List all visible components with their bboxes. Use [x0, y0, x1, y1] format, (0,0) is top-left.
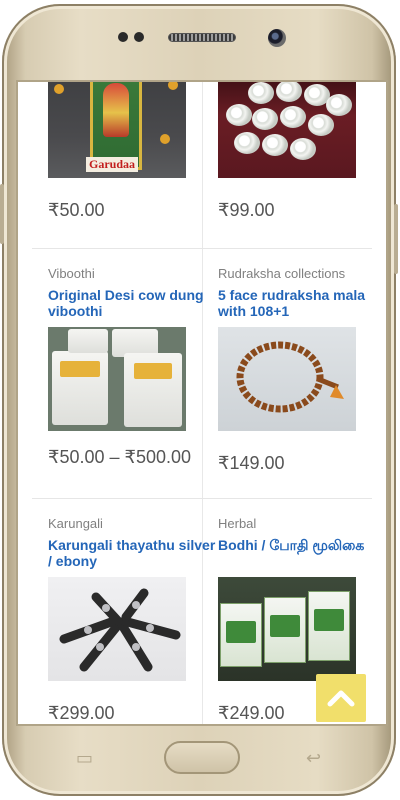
product-card[interactable]: Viboothi Original Desi cow dung viboothi… [48, 266, 218, 468]
rudraksha-mala-graphic [236, 341, 344, 413]
product-image[interactable] [218, 327, 356, 431]
image-label: Garudaa [86, 157, 139, 172]
product-image[interactable]: Garudaa [48, 82, 186, 178]
product-card[interactable]: ₹99.00 [218, 82, 386, 221]
recent-apps-icon[interactable]: ▭ [76, 748, 93, 769]
phone-screen: Garudaa ₹50.00 ₹99.00 Viboothi Original … [18, 82, 386, 724]
product-title[interactable]: Bodhi / போதி மூலிகை [218, 537, 386, 571]
row-divider [32, 498, 372, 499]
product-image[interactable] [48, 327, 186, 431]
product-card[interactable]: Garudaa ₹50.00 [48, 82, 218, 221]
product-title[interactable]: 5 face rudraksha mala with 108+1 [218, 287, 386, 321]
product-grid[interactable]: Garudaa ₹50.00 ₹99.00 Viboothi Original … [18, 82, 386, 724]
product-price: ₹299.00 [48, 703, 115, 723]
chevron-up-icon [327, 690, 355, 707]
front-camera [268, 29, 286, 47]
product-card[interactable]: Karungali Karungali thayathu silver / eb… [48, 516, 218, 724]
product-price: ₹50.00 – ₹500.00 [48, 447, 192, 467]
product-category[interactable]: Viboothi [48, 266, 218, 282]
row-divider [32, 248, 372, 249]
sensor-dot [118, 32, 128, 42]
earpiece-speaker [168, 33, 236, 42]
product-price: ₹99.00 [218, 200, 275, 220]
product-category[interactable]: Rudraksha collections [218, 266, 386, 282]
product-category[interactable]: Herbal [218, 516, 386, 532]
product-price: ₹149.00 [218, 453, 285, 473]
karungali-graphic [59, 588, 181, 672]
product-image[interactable] [218, 577, 356, 681]
product-price: ₹50.00 [48, 200, 105, 220]
scroll-to-top-button[interactable] [316, 674, 366, 722]
back-icon[interactable]: ↩ [306, 748, 321, 769]
product-category[interactable]: Karungali [48, 516, 218, 532]
sensor-dot [134, 32, 144, 42]
product-image[interactable] [48, 577, 186, 681]
phone-frame: Garudaa ₹50.00 ₹99.00 Viboothi Original … [0, 4, 398, 796]
product-image[interactable] [218, 82, 356, 178]
volume-key [0, 184, 4, 244]
home-button[interactable] [164, 741, 240, 774]
power-key [394, 204, 398, 274]
product-card[interactable]: Rudraksha collections 5 face rudraksha m… [218, 266, 386, 474]
product-title[interactable]: Original Desi cow dung viboothi [48, 287, 218, 321]
product-title[interactable]: Karungali thayathu silver / ebony [48, 537, 218, 571]
